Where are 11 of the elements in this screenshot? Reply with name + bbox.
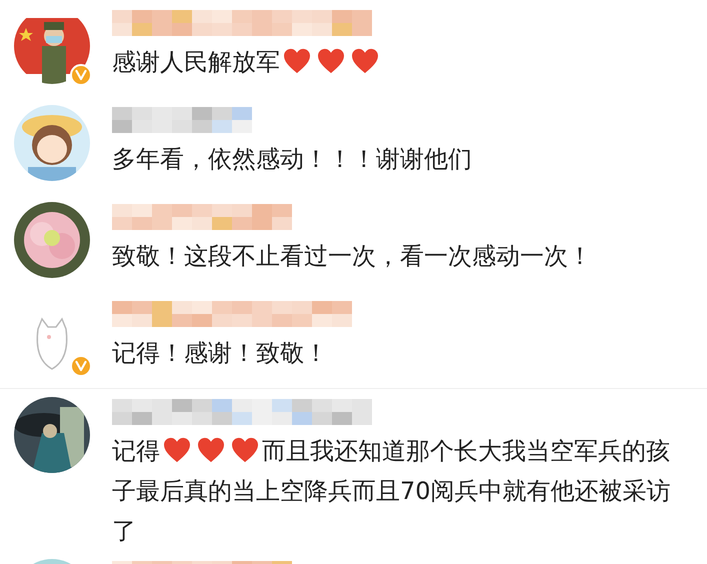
heart-icon bbox=[317, 48, 345, 74]
heart-icon bbox=[231, 437, 259, 463]
comment-text: 致敬！这段不止看过一次，看一次感动一次！ bbox=[112, 241, 593, 272]
comment-text: 多年看，依然感动！！！谢谢他们 bbox=[112, 144, 473, 175]
comment-text: 记得 而且我还知道那个长大我当空军兵的孩子最后真的当上空降兵而且70阅兵中就有他还被采访了 bbox=[112, 436, 672, 547]
heart-icon bbox=[283, 48, 311, 74]
comment-text: 感谢人民解放军 bbox=[112, 42, 686, 82]
heart-icon bbox=[163, 437, 191, 463]
comment-text: 记得！感谢！致敬！ bbox=[112, 338, 329, 369]
heart-icon bbox=[351, 48, 379, 74]
heart-icon bbox=[197, 437, 225, 463]
